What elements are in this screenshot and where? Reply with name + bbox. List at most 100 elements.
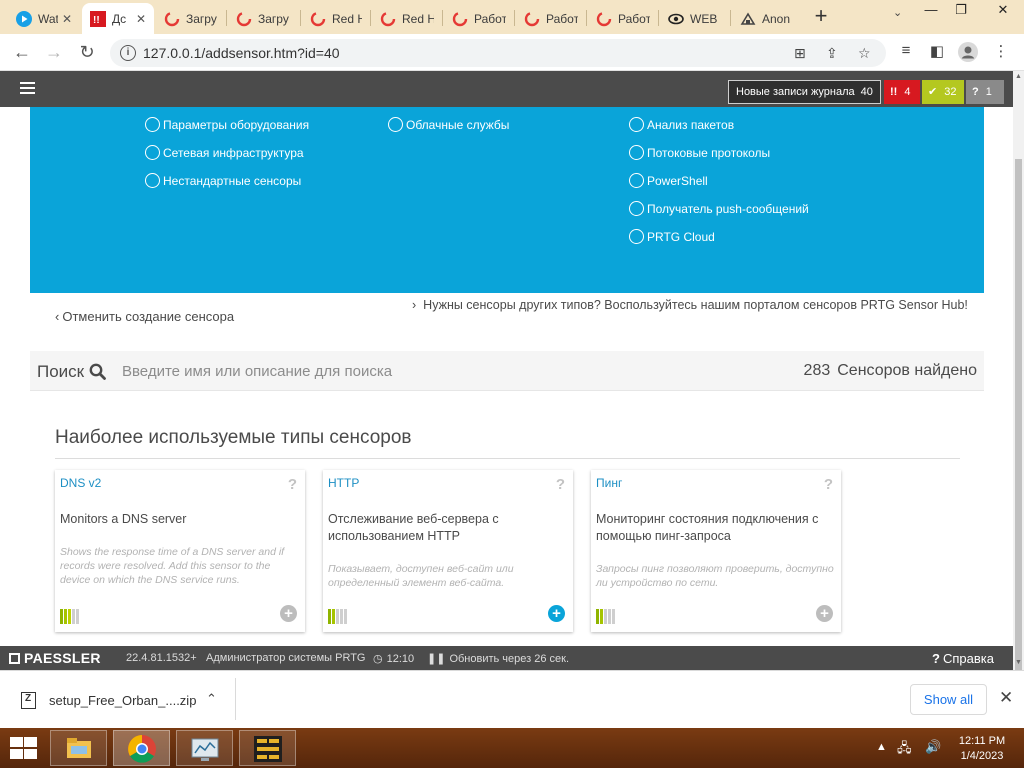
card-title[interactable]: DNS v2: [60, 476, 101, 490]
file-explorer-icon[interactable]: [50, 730, 107, 766]
scrollbar-thumb[interactable]: [1015, 159, 1022, 729]
bookmark-star-icon[interactable]: ☆: [858, 45, 871, 62]
close-tab-icon[interactable]: ✕: [136, 12, 146, 26]
add-sensor-icon[interactable]: +: [280, 605, 297, 622]
browser-tab[interactable]: Anon: [732, 3, 800, 34]
browser-tab[interactable]: Watch ✕: [8, 3, 80, 34]
filter-option-label: Потоковые протоколы: [647, 145, 771, 160]
download-file-name[interactable]: setup_Free_Orban_....zip: [49, 693, 196, 708]
radio-circle-icon[interactable]: [629, 201, 644, 216]
add-sensor-icon[interactable]: +: [816, 605, 833, 622]
share-icon[interactable]: ⇪: [826, 45, 838, 62]
windows-start-icon[interactable]: [8, 736, 38, 760]
filter-option-radio[interactable]: Параметры оборудования: [145, 117, 309, 132]
section-title: Наиболее используемые типы сенсоров: [55, 427, 412, 448]
restore-icon[interactable]: ❐: [946, 2, 976, 18]
network-icon[interactable]: 🖧: [897, 739, 912, 761]
paessler-logo[interactable]: PAESSLER: [9, 650, 101, 666]
card-title[interactable]: Пинг: [596, 476, 622, 490]
radio-circle-icon[interactable]: [145, 173, 160, 188]
add-sensor-icon[interactable]: +: [548, 605, 565, 622]
reading-list-icon[interactable]: ≡: [895, 42, 917, 64]
filter-option-radio[interactable]: Сетевая инфраструктура: [145, 145, 304, 160]
browser-tab[interactable]: Работ: [516, 3, 586, 34]
chevron-up-icon[interactable]: ⌃: [206, 691, 217, 707]
new-tab-button[interactable]: +: [808, 4, 834, 30]
user-text[interactable]: Администратор системы PRTG: [206, 652, 365, 664]
browser-tab[interactable]: Загру: [156, 3, 226, 34]
volume-icon[interactable]: 🔊: [925, 739, 941, 755]
menu-icon[interactable]: [20, 82, 35, 94]
tab-separator: [442, 10, 443, 26]
sensor-card-ping[interactable]: Пинг ? Мониторинг состояния подключения …: [591, 470, 841, 632]
site-info-icon[interactable]: i: [120, 45, 136, 61]
monitor-app-icon[interactable]: [176, 730, 233, 766]
help-question-icon[interactable]: ?: [288, 476, 297, 493]
radio-circle-icon[interactable]: [145, 117, 160, 132]
refresh-status[interactable]: ❚❚ Обновить через 26 сек.: [427, 652, 569, 665]
more-menu-icon[interactable]: ⋮: [990, 42, 1012, 64]
ok-badge[interactable]: ✔ 32: [922, 80, 964, 104]
filter-option-radio[interactable]: Получатель push-сообщений: [629, 201, 809, 216]
unknown-badge[interactable]: ? 1: [966, 80, 1004, 104]
radio-circle-icon[interactable]: [629, 145, 644, 160]
filter-option-radio[interactable]: Облачные службы: [388, 117, 509, 132]
log-label: Новые записи журнала: [736, 86, 855, 98]
address-bar[interactable]: i 127.0.0.1/addsensor.htm?id=40 ⊞ ⇪ ☆: [110, 39, 886, 67]
close-tab-icon[interactable]: ✕: [62, 12, 72, 26]
taskbar-clock[interactable]: 12:11 PM 1/4/2023: [950, 734, 1014, 764]
show-all-button[interactable]: Show all: [910, 684, 987, 715]
radio-circle-icon[interactable]: [629, 173, 644, 188]
help-link[interactable]: ? Справка: [932, 651, 994, 666]
sensor-hub-link[interactable]: › Нужны сенсоры других типов? Воспользуйт…: [412, 298, 968, 312]
help-question-icon[interactable]: ?: [824, 476, 833, 493]
search-input[interactable]: [122, 360, 682, 382]
browser-tab[interactable]: WEB: [660, 3, 730, 34]
browser-tab[interactable]: Работ: [444, 3, 514, 34]
browser-tab-active[interactable]: !! Дс ✕: [82, 3, 154, 34]
browser-tab[interactable]: Работ: [588, 3, 658, 34]
cancel-sensor-link[interactable]: ‹ Отменить создание сенсора: [55, 309, 234, 324]
youtube-icon: [16, 10, 32, 27]
alarm-badge[interactable]: !! 4: [884, 80, 920, 104]
browser-tab[interactable]: Red H: [372, 3, 442, 34]
filter-option-radio[interactable]: Нестандартные сенсоры: [145, 173, 301, 188]
side-panel-icon[interactable]: ◧: [926, 42, 948, 64]
filter-option-radio[interactable]: Потоковые протоколы: [629, 145, 770, 160]
new-log-entries-button[interactable]: Новые записи журнала 40: [728, 80, 881, 104]
scroll-down-icon[interactable]: ▼: [1015, 659, 1022, 666]
minimize-icon[interactable]: —: [916, 2, 946, 17]
filter-option-radio[interactable]: Анализ пакетов: [629, 117, 734, 132]
sensor-card-http[interactable]: HTTP ? Отслеживание веб-сервера с исполь…: [323, 470, 573, 632]
profile-avatar-icon[interactable]: [957, 42, 979, 64]
radio-circle-icon[interactable]: [629, 229, 644, 244]
close-downloads-icon[interactable]: ✕: [999, 688, 1013, 708]
reload-icon[interactable]: ↻: [75, 41, 99, 65]
pause-icon[interactable]: ❚❚: [427, 653, 445, 665]
svg-text:!!: !!: [93, 15, 100, 26]
scroll-up-icon[interactable]: ▲: [1015, 73, 1022, 80]
back-arrow-icon[interactable]: ←: [10, 41, 34, 65]
filter-option-radio[interactable]: PowerShell: [629, 173, 708, 188]
help-question-icon[interactable]: ?: [556, 476, 565, 493]
sensor-card-dns[interactable]: DNS v2 ? Monitors a DNS server Shows the…: [55, 470, 305, 632]
prtg-taskbar-icon[interactable]: [239, 730, 296, 766]
card-subdescription: Shows the response time of a DNS server …: [60, 546, 285, 586]
filter-option-radio[interactable]: PRTG Cloud: [629, 229, 715, 244]
url-text[interactable]: 127.0.0.1/addsensor.htm?id=40: [143, 45, 340, 61]
forward-arrow-icon[interactable]: →: [42, 41, 66, 65]
radio-circle-icon[interactable]: [388, 117, 403, 132]
card-title[interactable]: HTTP: [328, 476, 359, 490]
tab-search-icon[interactable]: ⌄: [893, 6, 902, 19]
radio-circle-icon[interactable]: [629, 117, 644, 132]
translate-icon[interactable]: ⊞: [794, 45, 806, 62]
close-window-icon[interactable]: ✕: [988, 2, 1018, 18]
radio-circle-icon[interactable]: [145, 145, 160, 160]
chrome-icon[interactable]: [113, 730, 170, 766]
browser-tab[interactable]: Загру: [228, 3, 300, 34]
found-label: Сенсоров найдено: [837, 362, 977, 379]
show-hidden-icons[interactable]: ▲: [876, 741, 887, 753]
time-text: 12:10: [386, 653, 415, 665]
page-scrollbar[interactable]: ▲ ▼: [1013, 71, 1024, 729]
browser-tab[interactable]: Red H: [302, 3, 370, 34]
